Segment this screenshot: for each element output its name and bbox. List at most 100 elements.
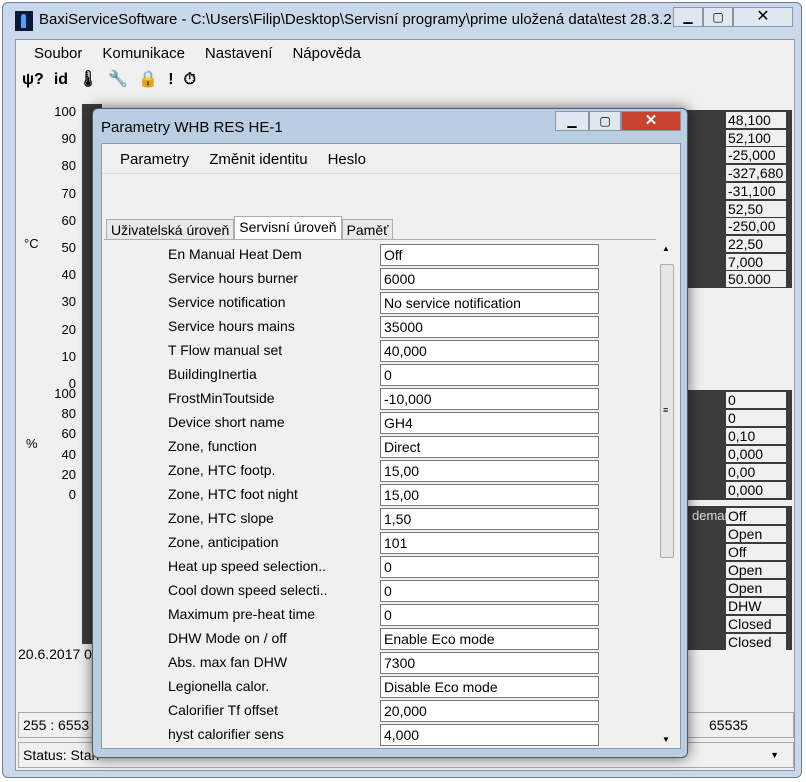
pct-tick: 0 <box>68 487 76 502</box>
status-text: Status: Stan <box>23 747 100 763</box>
parameter-label: Legionella calor. <box>168 678 270 694</box>
bottom-left-value: 255 : 6553 <box>23 717 90 733</box>
parameter-value-field[interactable]: -10,000 <box>380 388 599 410</box>
value-field: -327,680 <box>726 165 786 182</box>
menu-item-2[interactable]: Nastavení <box>205 42 273 66</box>
scroll-up-icon[interactable]: ▲ <box>662 244 670 253</box>
close-button[interactable]: ✕ <box>733 7 793 27</box>
parameter-row: En Manual Heat Dem Off <box>104 242 656 266</box>
parameter-label: Service hours burner <box>168 270 298 286</box>
parameter-row: Maximum pre-heat time 0 <box>104 602 656 626</box>
lock-icon[interactable]: 🔒 <box>138 68 158 92</box>
dialog-minimize-button[interactable]: ▁ <box>555 111 589 131</box>
parameter-value-field[interactable]: 20,000 <box>380 700 599 722</box>
dropdown-arrow-icon[interactable]: ▼ <box>770 743 779 767</box>
value-field: 0,10 <box>726 428 786 444</box>
parameter-label: T Flow manual set <box>168 342 283 358</box>
dialog-close-button[interactable]: ✕ <box>621 111 681 131</box>
menu-item-1[interactable]: Komunikace <box>102 42 185 66</box>
parameter-value-field[interactable]: 35000 <box>380 316 599 338</box>
pct-unit-label: % <box>26 436 38 451</box>
temp-tick: 60 <box>61 212 76 228</box>
parameter-row: Service notification No service notificat… <box>104 290 656 314</box>
temp-tick: 70 <box>61 185 76 201</box>
parameter-value-field[interactable]: 0 <box>380 364 599 386</box>
id-icon[interactable]: id <box>54 68 68 92</box>
date-label: 20.6.2017 0 <box>18 646 92 662</box>
parameter-label: Maximum pre-heat time <box>168 606 316 622</box>
value-field: Closed <box>726 634 786 650</box>
value-field: -250,00 <box>726 218 786 235</box>
parameter-row: hyst calorifier sens 4,000 <box>104 722 656 746</box>
temp-tick: 80 <box>61 158 76 174</box>
parameter-row: Zone, function Direct <box>104 434 656 458</box>
parameter-value-field[interactable]: 6000 <box>380 268 599 290</box>
parameter-row: Device short name GH4 <box>104 410 656 434</box>
menu-item-0[interactable]: Soubor <box>34 42 82 66</box>
parameter-value-field[interactable]: 1,50 <box>380 508 599 530</box>
temp-tick: 100 <box>54 104 76 119</box>
toolbar: ψ? id 🌡 🔧 🔒! ⏱ <box>22 68 196 92</box>
value-field: 7,000 <box>726 253 786 270</box>
parameter-value-field[interactable]: 0 <box>380 604 599 626</box>
dialog-menubar: Parametry Změnit identitu Heslo <box>102 146 680 174</box>
parameter-row: Cool down speed selecti.. 0 <box>104 578 656 602</box>
parameter-row: Calorifier Tf offset 20,000 <box>104 698 656 722</box>
parameter-row: DHW Mode on / off Enable Eco mode <box>104 626 656 650</box>
scroll-down-icon[interactable]: ▼ <box>662 735 670 744</box>
dialog-maximize-button[interactable]: ▢ <box>589 111 621 131</box>
thermometer-icon[interactable]: 🌡 <box>78 68 98 92</box>
pct-tick: 100 <box>54 386 76 401</box>
bottom-right-value: 65535 <box>709 717 748 733</box>
parameter-label: BuildingInertia <box>168 366 257 382</box>
alert-icon[interactable]: ! <box>168 68 173 92</box>
app-icon <box>15 11 33 31</box>
wrench-icon[interactable]: 🔧 <box>108 68 128 92</box>
value-field: Open <box>726 526 786 542</box>
tab-strip: Uživatelská úroveň Servisní úroveň Paměť <box>106 216 394 240</box>
parameter-value-field[interactable]: 0 <box>380 580 599 602</box>
parameter-value-field[interactable]: Off <box>380 244 599 266</box>
dialog-menu-item-2[interactable]: Heslo <box>328 146 366 173</box>
parameter-label: DHW Mode on / off <box>168 630 287 646</box>
tab-1[interactable]: Servisní úroveň <box>234 216 342 240</box>
parameter-value-field[interactable]: No service notification <box>380 292 599 314</box>
temp-tick: 20 <box>61 321 76 337</box>
parameter-value-field[interactable]: 101 <box>380 532 599 554</box>
value-field: 0,000 <box>726 482 786 498</box>
timer-icon[interactable]: ⏱ <box>184 68 196 92</box>
tab-0[interactable]: Uživatelská úroveň <box>106 219 235 240</box>
parameter-label: Device short name <box>168 414 285 430</box>
parameter-label: Heat up speed selection.. <box>168 558 326 574</box>
parameter-value-field[interactable]: GH4 <box>380 412 599 434</box>
minimize-button[interactable]: ▁ <box>673 7 703 27</box>
connect-help-icon[interactable]: ψ? <box>22 68 44 92</box>
parameter-grid: En Manual Heat Dem Off Service hours burne… <box>104 239 656 747</box>
parameter-value-field[interactable]: 0 <box>380 556 599 578</box>
value-field: 52,50 <box>726 200 786 217</box>
dialog-client: Parametry Změnit identitu Heslo Uživatelsk… <box>101 143 681 749</box>
parameter-value-field[interactable]: 7300 <box>380 652 599 674</box>
parameter-row: Service hours mains 35000 <box>104 314 656 338</box>
menu-item-3[interactable]: Nápověda <box>292 42 360 66</box>
value-field: -25,000 <box>726 147 786 164</box>
parameter-label: En Manual Heat Dem <box>168 246 302 262</box>
parameter-value-field[interactable]: Enable Eco mode <box>380 628 599 650</box>
maximize-button[interactable]: ▢ <box>703 7 733 27</box>
temp-tick: 10 <box>61 348 76 364</box>
parameter-value-field[interactable]: Direct <box>380 436 599 458</box>
parameter-value-field[interactable]: 40,000 <box>380 340 599 362</box>
parameter-value-field[interactable]: 15,00 <box>380 460 599 482</box>
scroll-thumb[interactable]: ≡ <box>660 264 674 558</box>
tab-2[interactable]: Paměť <box>341 219 394 240</box>
parameter-value-field[interactable]: Disable Eco mode <box>380 676 599 698</box>
dialog-menu-item-1[interactable]: Změnit identitu <box>209 146 307 173</box>
parameter-value-field[interactable]: 4,000 <box>380 724 599 746</box>
dialog-menu-item-0[interactable]: Parametry <box>120 146 189 173</box>
parameter-row: BuildingInertia 0 <box>104 362 656 386</box>
parameter-value-field[interactable]: 15,00 <box>380 484 599 506</box>
temp-unit-label: °C <box>24 236 39 251</box>
value-field: 0,000 <box>726 446 786 462</box>
parameter-label: Zone, HTC slope <box>168 510 274 526</box>
scrollbar[interactable]: ▲ ≡ ▼ <box>658 242 676 748</box>
